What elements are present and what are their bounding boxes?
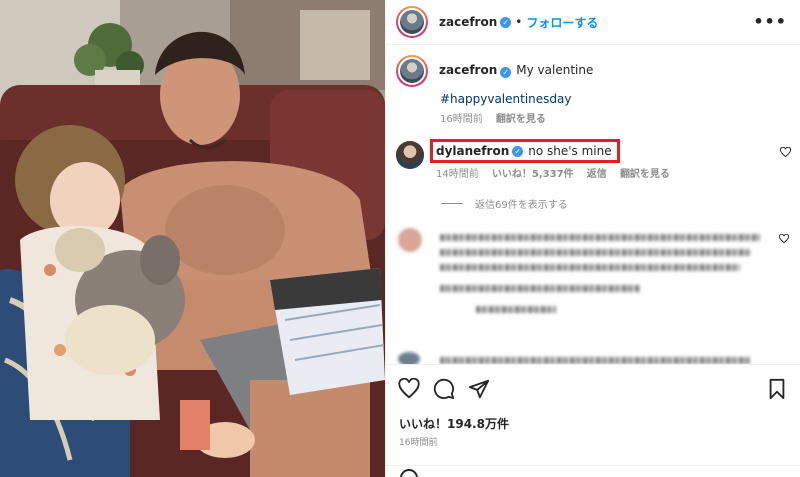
dot-separator: • (515, 15, 523, 29)
blurred-comment (440, 357, 760, 364)
heart-icon[interactable] (398, 378, 420, 400)
comment-meta: 14時間前 いいね！5,337件 返信 翻訳を見る (436, 165, 680, 180)
post-actions: いいね！194.8万件 16時間前 (386, 364, 800, 477)
more-icon[interactable]: ••• (753, 12, 787, 31)
comment-time: 14時間前 (436, 169, 479, 180)
comment-row: dylanefron ✓ no she's mine 14時間前 いいね！5,337… (396, 139, 791, 180)
blurred-avatar (398, 352, 420, 364)
caption-text: My valentine (516, 63, 594, 77)
comment-icon[interactable] (433, 378, 455, 400)
caption-hashtag[interactable]: #happyvalentinesday (440, 92, 571, 106)
commenter-avatar[interactable] (396, 141, 424, 169)
comment-likes[interactable]: いいね！5,337件 (492, 169, 574, 180)
post-side-panel: zacefron ✓ • フォローする ••• zacefron ✓ My vale… (385, 0, 800, 477)
author-username[interactable]: zacefron (439, 15, 497, 29)
comment-heart-icon[interactable] (779, 234, 789, 244)
view-replies-button[interactable]: 返信69件を表示する (441, 196, 568, 211)
comment-reply-button[interactable]: 返信 (587, 169, 607, 180)
photo-illustration (0, 0, 385, 477)
view-replies-label: 返信69件を表示する (475, 200, 568, 211)
comments-section: zacefron ✓ My valentine #happyvalentinesda… (386, 46, 800, 364)
share-icon[interactable] (468, 378, 490, 400)
bookmark-icon[interactable] (766, 378, 788, 400)
verified-icon: ✓ (500, 16, 512, 28)
caption-meta: 16時間前 翻訳を見る (440, 110, 556, 125)
comment-username[interactable]: dylanefron (436, 144, 509, 158)
caption-username[interactable]: zacefron (439, 63, 497, 77)
comment-heart-icon[interactable] (780, 147, 791, 158)
blurred-avatar (398, 228, 422, 252)
caption-avatar[interactable] (396, 55, 428, 87)
comment-text: no she's mine (528, 144, 612, 158)
caption-time: 16時間前 (440, 114, 483, 125)
add-comment-bar (386, 465, 800, 477)
comment-highlight-box: dylanefron ✓ no she's mine (430, 139, 620, 163)
instagram-post-view: zacefron ✓ • フォローする ••• zacefron ✓ My vale… (0, 0, 800, 477)
verified-icon: ✓ (500, 67, 512, 78)
post-time: 16時間前 (399, 438, 438, 448)
likes-count[interactable]: いいね！194.8万件 (399, 415, 509, 432)
post-header: zacefron ✓ • フォローする ••• (386, 0, 800, 45)
follow-button[interactable]: フォローする (526, 14, 598, 31)
post-photo[interactable] (0, 0, 385, 477)
blurred-comment (440, 234, 770, 321)
caption-row: zacefron ✓ My valentine (396, 55, 593, 87)
verified-icon: ✓ (512, 145, 524, 157)
caption-translate-link[interactable]: 翻訳を見る (496, 114, 546, 125)
comment-translate-link[interactable]: 翻訳を見る (620, 169, 670, 180)
author-avatar[interactable] (396, 6, 428, 38)
emoji-icon[interactable] (400, 469, 418, 477)
